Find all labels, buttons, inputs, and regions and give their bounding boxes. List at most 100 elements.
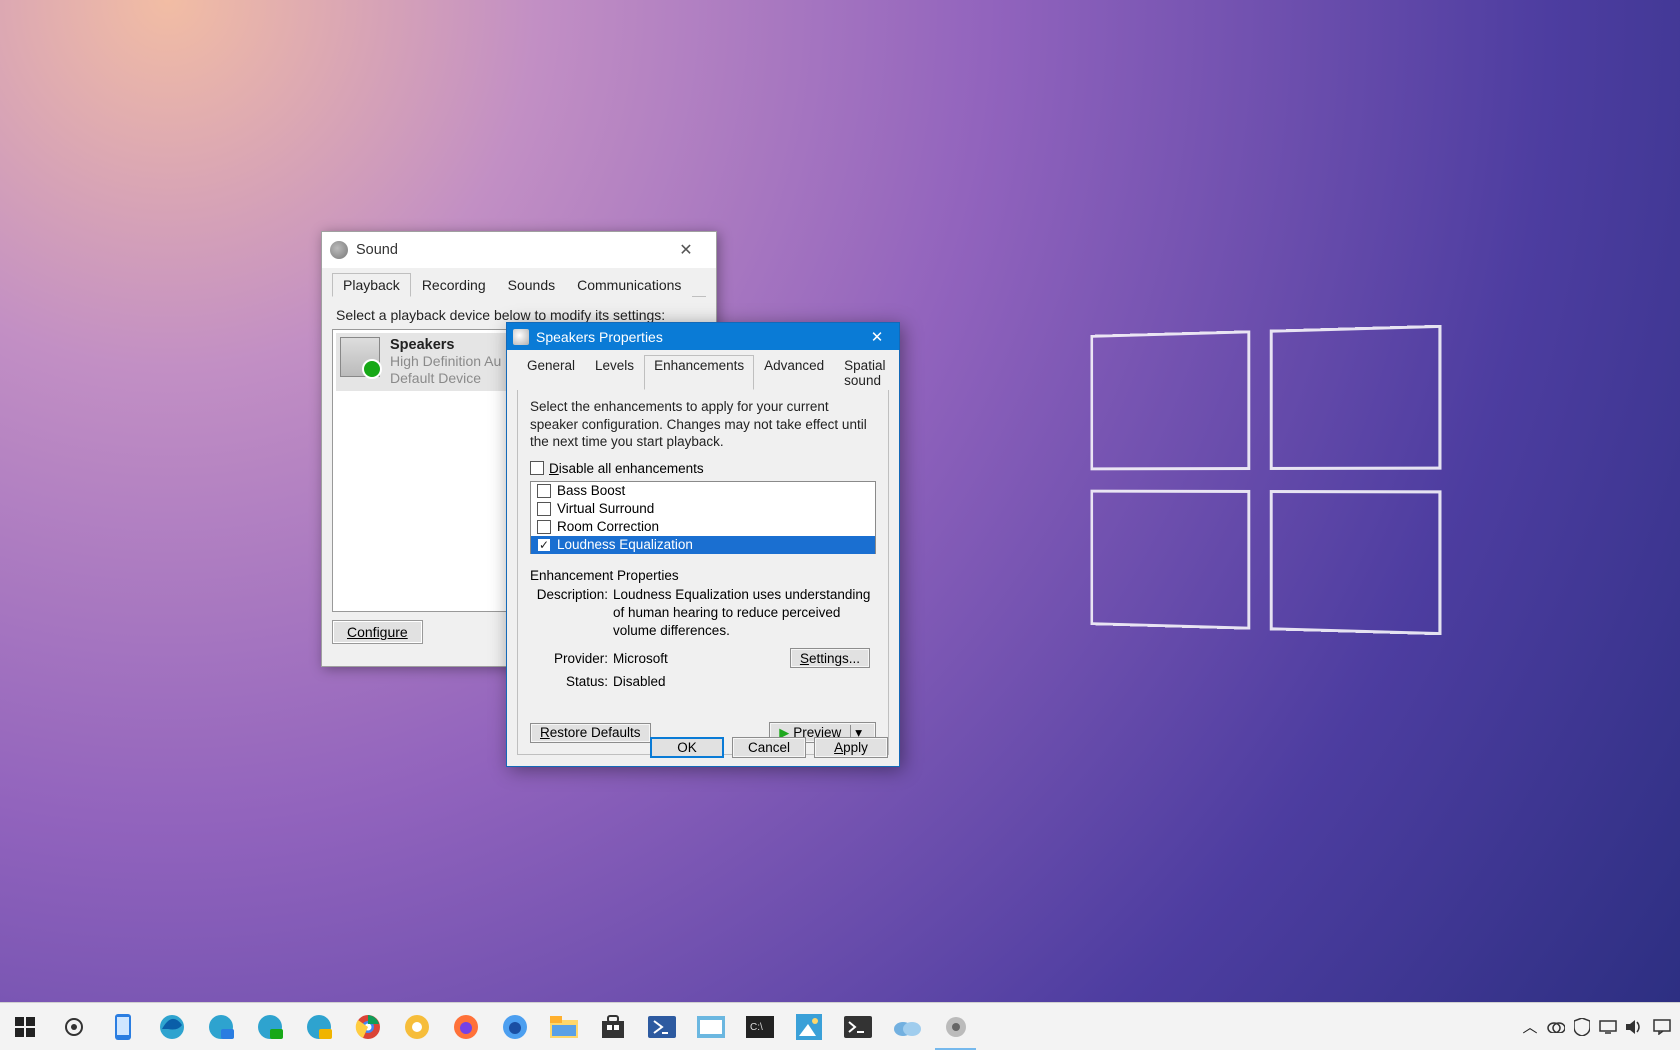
taskbar-terminal[interactable] bbox=[833, 1003, 882, 1050]
tab-recording[interactable]: Recording bbox=[411, 273, 497, 297]
chrome-canary-icon bbox=[404, 1014, 430, 1040]
taskbar-sound-cpl[interactable] bbox=[931, 1003, 980, 1050]
store-icon bbox=[600, 1014, 626, 1040]
checkbox-icon bbox=[537, 538, 551, 552]
enhancement-properties-label: Enhancement Properties bbox=[530, 568, 876, 583]
settings-icon bbox=[62, 1015, 86, 1039]
props-titlebar[interactable]: Speakers Properties ✕ bbox=[507, 323, 899, 350]
tab-spatial[interactable]: Spatial sound bbox=[834, 355, 895, 390]
props-window-title: Speakers Properties bbox=[536, 329, 848, 345]
phone-icon bbox=[114, 1013, 132, 1041]
sound-window-title: Sound bbox=[356, 242, 656, 258]
taskbar-pinned: C:\ bbox=[0, 1003, 980, 1050]
taskbar-onedrive[interactable] bbox=[882, 1003, 931, 1050]
taskbar: C:\ ︿ bbox=[0, 1002, 1680, 1050]
file-explorer-icon bbox=[550, 1016, 578, 1038]
enhancements-panel: Select the enhancements to apply for you… bbox=[517, 390, 889, 755]
close-icon[interactable]: ✕ bbox=[855, 323, 899, 350]
sound-window-titlebar[interactable]: Sound ✕ bbox=[322, 232, 716, 268]
edge-beta-icon bbox=[207, 1013, 235, 1041]
disable-all-checkbox[interactable]: Disable all enhancements bbox=[530, 461, 876, 476]
photos-icon bbox=[796, 1014, 822, 1040]
description-label: Description: bbox=[530, 586, 608, 641]
close-icon[interactable]: ✕ bbox=[664, 232, 708, 268]
speakers-properties-window: Speakers Properties ✕ General Levels Enh… bbox=[506, 322, 900, 767]
system-tray: ︿ bbox=[1517, 1003, 1680, 1050]
enh-loudness-equalization[interactable]: Loudness Equalization bbox=[531, 536, 875, 554]
tray-volume[interactable] bbox=[1621, 1003, 1647, 1050]
firefox-dev-icon bbox=[502, 1014, 528, 1040]
taskbar-cmd[interactable]: C:\ bbox=[735, 1003, 784, 1050]
taskbar-your-phone[interactable] bbox=[98, 1003, 147, 1050]
tray-vm[interactable] bbox=[1595, 1003, 1621, 1050]
taskbar-edge-dev[interactable] bbox=[245, 1003, 294, 1050]
edge-icon bbox=[158, 1013, 186, 1041]
taskbar-edge-canary[interactable] bbox=[294, 1003, 343, 1050]
edge-dev-icon bbox=[256, 1013, 284, 1041]
taskbar-edge-beta[interactable] bbox=[196, 1003, 245, 1050]
tab-levels[interactable]: Levels bbox=[585, 355, 644, 390]
taskbar-firefox[interactable] bbox=[441, 1003, 490, 1050]
tab-advanced[interactable]: Advanced bbox=[754, 355, 834, 390]
tab-communications[interactable]: Communications bbox=[566, 273, 692, 297]
tray-overflow[interactable]: ︿ bbox=[1517, 1003, 1543, 1050]
chrome-icon bbox=[355, 1014, 381, 1040]
taskbar-explorer[interactable] bbox=[539, 1003, 588, 1050]
taskbar-mail[interactable] bbox=[686, 1003, 735, 1050]
checkbox-icon bbox=[530, 461, 544, 475]
enhancement-properties: Description: Loudness Equalization uses … bbox=[530, 586, 876, 691]
windows-logo-watermark bbox=[1090, 325, 1441, 635]
tab-sounds[interactable]: Sounds bbox=[497, 273, 566, 297]
settings-button[interactable]: Settings... bbox=[790, 648, 870, 668]
tab-playback[interactable]: Playback bbox=[332, 273, 411, 297]
tray-action-center[interactable] bbox=[1647, 1003, 1677, 1050]
dialog-footer: OK Cancel Apply bbox=[650, 737, 888, 758]
restore-defaults-button[interactable]: Restore Defaults bbox=[530, 723, 651, 743]
taskbar-settings[interactable] bbox=[49, 1003, 98, 1050]
props-tabs: General Levels Enhancements Advanced Spa… bbox=[517, 354, 889, 390]
terminal-icon bbox=[844, 1016, 872, 1038]
tray-defender[interactable] bbox=[1569, 1003, 1595, 1050]
tab-general[interactable]: General bbox=[517, 355, 585, 390]
status-value: Disabled bbox=[613, 673, 876, 691]
ok-button[interactable]: OK bbox=[650, 737, 724, 758]
enh-virtual-surround[interactable]: Virtual Surround bbox=[531, 500, 875, 518]
start-icon bbox=[15, 1017, 35, 1037]
panel-instruction: Select the enhancements to apply for you… bbox=[530, 398, 876, 451]
edge-canary-icon bbox=[305, 1013, 333, 1041]
mail-icon bbox=[697, 1016, 725, 1038]
taskbar-chrome-canary[interactable] bbox=[392, 1003, 441, 1050]
defender-icon bbox=[1574, 1018, 1590, 1036]
taskbar-photos[interactable] bbox=[784, 1003, 833, 1050]
cmd-icon: C:\ bbox=[746, 1016, 774, 1038]
chevron-up-icon: ︿ bbox=[1522, 1016, 1537, 1037]
taskbar-firefox-dev[interactable] bbox=[490, 1003, 539, 1050]
onedrive-sync-icon bbox=[1547, 1021, 1565, 1033]
tab-enhancements[interactable]: Enhancements bbox=[644, 355, 754, 390]
taskbar-chrome[interactable] bbox=[343, 1003, 392, 1050]
checkbox-icon bbox=[537, 520, 551, 534]
enhancements-list[interactable]: Bass Boost Virtual Surround Room Correct… bbox=[530, 481, 876, 554]
apply-button[interactable]: Apply bbox=[814, 737, 888, 758]
taskbar-edge[interactable] bbox=[147, 1003, 196, 1050]
speaker-device-icon bbox=[340, 337, 380, 377]
taskbar-powershell[interactable] bbox=[637, 1003, 686, 1050]
description-value: Loudness Equalization uses understanding… bbox=[613, 586, 876, 641]
tray-onedrive[interactable] bbox=[1543, 1003, 1569, 1050]
enh-bass-boost[interactable]: Bass Boost bbox=[531, 482, 875, 500]
sound-icon bbox=[330, 241, 348, 259]
configure-button[interactable]: Configure bbox=[332, 620, 423, 644]
onedrive-icon bbox=[892, 1017, 922, 1037]
status-label: Status: bbox=[530, 673, 608, 691]
provider-label: Provider: bbox=[530, 650, 608, 668]
checkbox-icon bbox=[537, 484, 551, 498]
cancel-button[interactable]: Cancel bbox=[732, 737, 806, 758]
start-button[interactable] bbox=[0, 1003, 49, 1050]
device-name: Speakers bbox=[390, 337, 501, 353]
firefox-icon bbox=[453, 1014, 479, 1040]
enh-room-correction[interactable]: Room Correction bbox=[531, 518, 875, 536]
taskbar-store[interactable] bbox=[588, 1003, 637, 1050]
speaker-icon bbox=[513, 329, 529, 345]
device-status: Default Device bbox=[390, 370, 501, 387]
checkbox-icon bbox=[537, 502, 551, 516]
